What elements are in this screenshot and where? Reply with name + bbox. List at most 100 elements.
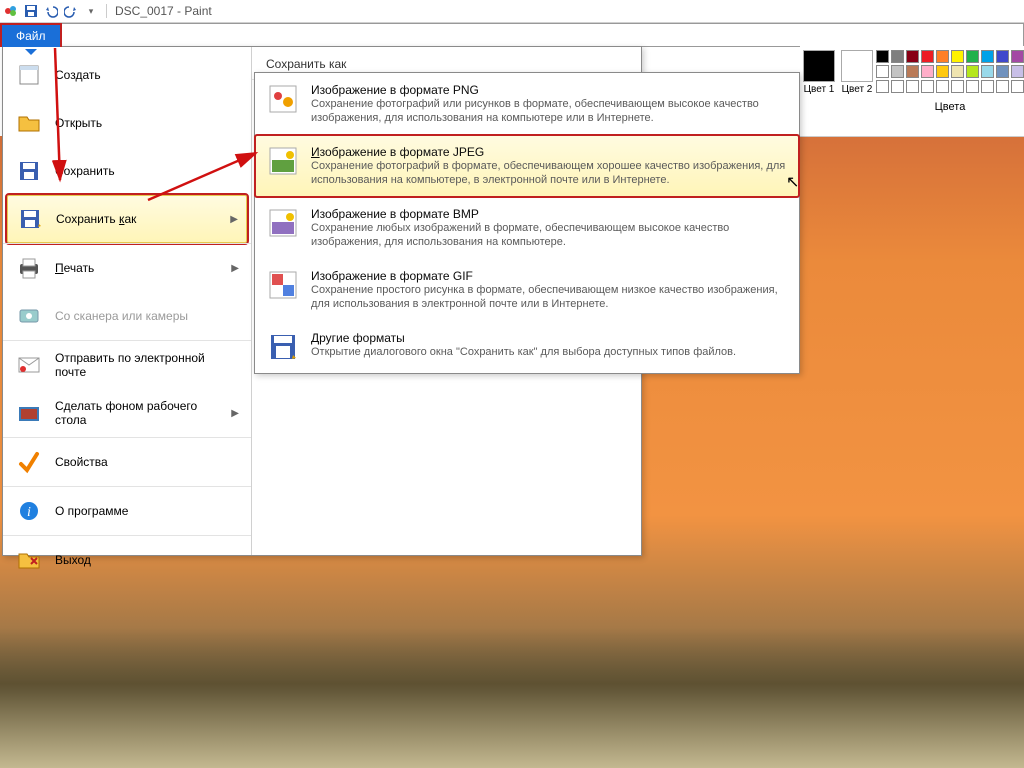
file-menu-item-3[interactable]: Сохранить как▶ — [7, 195, 247, 243]
file-menu-item-label: Свойства — [55, 455, 239, 469]
color1-button[interactable]: Цвет 1 — [800, 46, 838, 136]
qat-save-icon[interactable] — [24, 4, 38, 18]
file-menu-item-icon — [15, 254, 43, 282]
palette-color[interactable] — [951, 65, 964, 78]
format-description: Сохранение фотографий или рисунков в фор… — [311, 97, 787, 125]
palette-color[interactable] — [921, 80, 934, 93]
palette-color[interactable] — [1011, 50, 1024, 63]
file-menu-item-label: Сохранить как — [56, 212, 218, 226]
format-icon — [267, 331, 299, 363]
palette-color[interactable] — [876, 65, 889, 78]
svg-text:i: i — [27, 505, 31, 520]
file-menu-item-icon — [15, 351, 43, 379]
format-icon — [267, 207, 299, 239]
palette-color[interactable] — [981, 80, 994, 93]
format-title: Другие форматы — [311, 331, 787, 345]
qat-undo-icon[interactable] — [44, 4, 58, 18]
file-menu-item-label: Сделать фоном рабочего стола — [55, 399, 219, 427]
palette-color[interactable] — [876, 50, 889, 63]
submenu-arrow-icon: ▶ — [231, 263, 239, 274]
saveas-option-1[interactable]: Изображение в формате JPEGСохранение фот… — [255, 135, 799, 197]
file-menu-item-icon — [15, 546, 43, 574]
qat-redo-icon[interactable] — [64, 4, 78, 18]
palette-color[interactable] — [966, 50, 979, 63]
palette-color[interactable] — [876, 80, 889, 93]
palette-color[interactable] — [906, 65, 919, 78]
app-icon — [4, 4, 18, 18]
file-menu-item-icon — [15, 399, 43, 427]
file-menu-item-10[interactable]: Выход — [3, 535, 251, 584]
format-icon — [267, 269, 299, 301]
file-menu-item-2[interactable]: Сохранить — [3, 147, 251, 195]
submenu-arrow-icon: ▶ — [231, 408, 239, 419]
palette-color[interactable] — [996, 65, 1009, 78]
file-menu-item-9[interactable]: iО программе — [3, 486, 251, 535]
palette-color[interactable] — [1011, 80, 1024, 93]
palette-color[interactable] — [906, 50, 919, 63]
saveas-option-3[interactable]: Изображение в формате GIFСохранение прос… — [255, 259, 799, 321]
format-icon — [267, 83, 299, 115]
saveas-option-2[interactable]: Изображение в формате BMPСохранение любы… — [255, 197, 799, 259]
ribbon-tabs: Файл — [0, 23, 1024, 47]
palette-color[interactable] — [891, 50, 904, 63]
file-menu-item-5: Со сканера или камеры — [3, 292, 251, 340]
file-menu-item-label: Отправить по электронной почте — [55, 351, 239, 379]
file-menu-item-label: Создать — [55, 68, 239, 82]
format-title: Изображение в формате JPEG — [311, 145, 787, 159]
palette-label: Цвета — [876, 95, 1024, 108]
format-title: Изображение в формате GIF — [311, 269, 787, 283]
format-description: Сохранение простого рисунка в формате, о… — [311, 283, 787, 311]
palette-color[interactable] — [996, 80, 1009, 93]
palette-color[interactable] — [951, 80, 964, 93]
file-menu-item-0[interactable]: Создать — [3, 51, 251, 99]
file-menu-left: СоздатьОткрытьСохранитьСохранить как▶Печ… — [3, 47, 252, 555]
file-menu-item-6[interactable]: Отправить по электронной почте — [3, 340, 251, 389]
ribbon-colors-group: Цвет 1 Цвет 2 Цвета — [800, 46, 1024, 137]
palette-color[interactable] — [981, 65, 994, 78]
format-description: Сохранение любых изображений в формате, … — [311, 221, 787, 249]
file-menu-item-1[interactable]: Открыть — [3, 99, 251, 147]
mouse-cursor-icon: ↖ — [786, 172, 799, 192]
palette-color[interactable] — [966, 65, 979, 78]
file-menu-item-icon — [15, 157, 43, 185]
qat-dropdown-icon[interactable]: ▾ — [84, 4, 98, 18]
format-title: Изображение в формате BMP — [311, 207, 787, 221]
file-menu-item-label: Открыть — [55, 116, 239, 130]
palette-color[interactable] — [981, 50, 994, 63]
save-as-submenu: Изображение в формате PNGСохранение фото… — [254, 72, 800, 374]
format-icon — [267, 145, 299, 177]
file-menu-item-icon — [15, 448, 43, 476]
file-menu-item-8[interactable]: Свойства — [3, 437, 251, 486]
palette-color[interactable] — [936, 80, 949, 93]
palette-color[interactable] — [936, 65, 949, 78]
color1-swatch — [803, 50, 835, 82]
palette-color[interactable] — [966, 80, 979, 93]
palette-color[interactable] — [996, 50, 1009, 63]
file-menu-item-label: Со сканера или камеры — [55, 309, 239, 323]
format-description: Открытие диалогового окна "Сохранить как… — [311, 345, 787, 359]
palette-color[interactable] — [891, 80, 904, 93]
color-palette[interactable]: Цвета — [876, 46, 1024, 136]
palette-color[interactable] — [906, 80, 919, 93]
file-menu-item-label: Сохранить — [55, 164, 239, 178]
color2-swatch — [841, 50, 873, 82]
saveas-option-0[interactable]: Изображение в формате PNGСохранение фото… — [255, 73, 799, 135]
file-menu-item-label: Выход — [55, 553, 239, 567]
color2-button[interactable]: Цвет 2 — [838, 46, 876, 136]
file-menu-item-7[interactable]: Сделать фоном рабочего стола ▶ — [3, 389, 251, 437]
file-menu-item-icon — [16, 205, 44, 233]
palette-color[interactable] — [921, 50, 934, 63]
saveas-option-4[interactable]: Другие форматыОткрытие диалогового окна … — [255, 321, 799, 373]
title-bar: ▾ DSC_0017 - Paint — [0, 0, 1024, 23]
file-tab[interactable]: Файл — [0, 23, 62, 47]
file-menu-item-icon — [15, 109, 43, 137]
file-menu-item-icon — [15, 302, 43, 330]
file-menu-item-label: Печать — [55, 261, 219, 275]
palette-color[interactable] — [936, 50, 949, 63]
palette-color[interactable] — [951, 50, 964, 63]
palette-color[interactable] — [891, 65, 904, 78]
file-menu-item-4[interactable]: Печать ▶ — [3, 243, 251, 292]
file-menu-item-icon — [15, 61, 43, 89]
palette-color[interactable] — [1011, 65, 1024, 78]
palette-color[interactable] — [921, 65, 934, 78]
